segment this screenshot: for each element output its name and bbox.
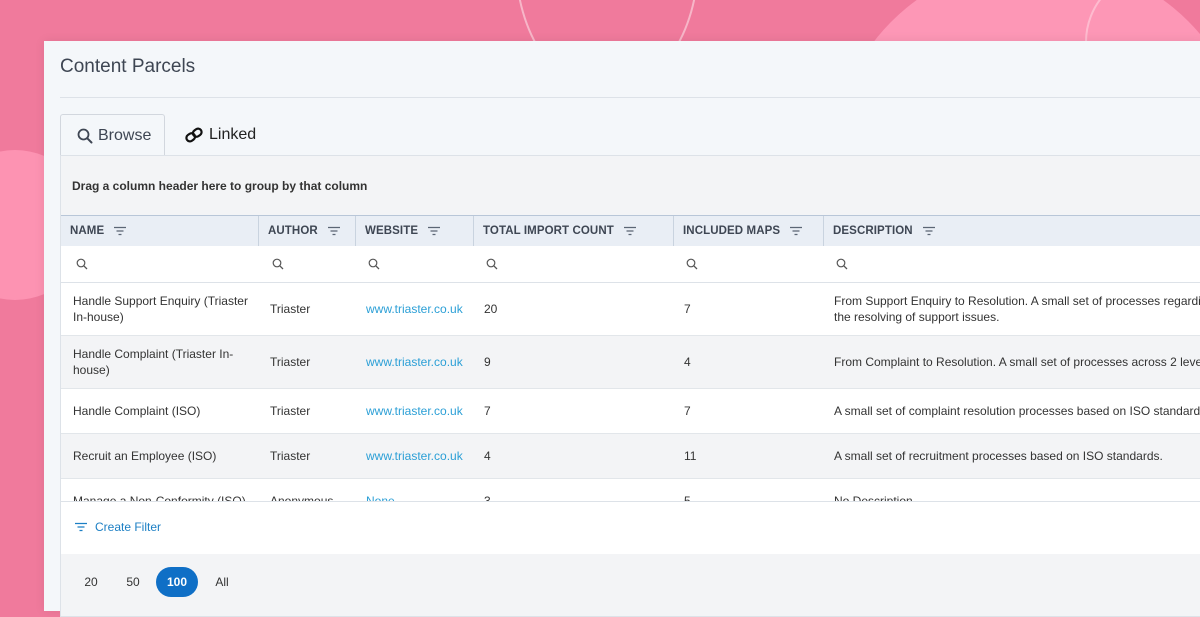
filter-icon — [75, 522, 87, 532]
filter-builder-panel: Create Filter — [61, 501, 1200, 555]
column-header-total-import-count[interactable]: TOTAL IMPORT COUNT — [474, 216, 674, 246]
filter-cell-included-maps[interactable] — [677, 246, 698, 282]
column-header-included-maps[interactable]: INCLUDED MAPS — [674, 216, 824, 246]
search-icon — [77, 128, 93, 143]
filter-icon[interactable] — [114, 226, 127, 236]
cell-author: Triaster — [270, 404, 311, 418]
filter-cell-author[interactable] — [263, 246, 284, 282]
group-panel[interactable]: Drag a column header here to group by th… — [61, 156, 1200, 216]
column-header-label: AUTHOR — [268, 225, 318, 237]
filter-icon[interactable] — [922, 226, 935, 236]
cell-total-import-count: 7 — [484, 404, 491, 418]
filter-cell-name[interactable] — [67, 246, 88, 282]
content-parcels-panel: Content Parcels Browse Linked Drag a col… — [44, 41, 1200, 617]
cell-name: Handle Complaint (ISO) — [73, 404, 201, 418]
search-icon — [486, 258, 498, 270]
column-header-label: INCLUDED MAPS — [683, 225, 781, 237]
column-header-author[interactable]: AUTHOR — [259, 216, 356, 246]
cell-description: No Description — [834, 494, 913, 501]
tab-browse[interactable]: Browse — [60, 114, 165, 156]
filter-icon[interactable] — [790, 226, 803, 236]
cell-name: Handle Support Enquiry (Triaster In-hous… — [73, 294, 248, 324]
column-header-website[interactable]: WEBSITE — [356, 216, 474, 246]
tab-linked-label: Linked — [209, 126, 257, 143]
filter-cell-total-import-count[interactable] — [477, 246, 498, 282]
group-panel-text: Drag a column header here to group by th… — [72, 179, 368, 193]
column-header-label: DESCRIPTION — [833, 225, 913, 237]
create-filter-label: Create Filter — [95, 520, 162, 534]
search-icon — [836, 258, 848, 270]
tab-linked[interactable]: Linked — [184, 114, 256, 156]
search-icon — [368, 258, 380, 270]
pager: 20 50 100 All — [61, 554, 1200, 616]
cell-description: A small set of complaint resolution proc… — [834, 404, 1200, 418]
cell-website-link[interactable]: www.triaster.co.uk — [366, 336, 481, 388]
cell-website-link[interactable]: www.triaster.co.uk — [366, 283, 481, 335]
cell-name: Recruit an Employee (ISO) — [73, 449, 217, 463]
cell-description: From Support Enquiry to Resolution. A sm… — [834, 294, 1200, 324]
cell-included-maps: 11 — [684, 449, 697, 463]
filter-icon[interactable] — [327, 226, 340, 236]
cell-included-maps: 7 — [684, 404, 691, 418]
cell-author: Triaster — [270, 355, 311, 369]
filter-cell-description[interactable] — [827, 246, 848, 282]
table-row[interactable]: Recruit an Employee (ISO) Triaster www.t… — [61, 434, 1200, 479]
cell-total-import-count: 20 — [484, 302, 498, 316]
data-grid: Drag a column header here to group by th… — [60, 155, 1200, 617]
search-icon — [686, 258, 698, 270]
search-icon — [272, 258, 284, 270]
header-row: NAME AUTHOR WEBSITE TOTAL IMPORT COUNT I… — [61, 215, 1200, 247]
cell-included-maps: 4 — [684, 355, 691, 369]
filter-row — [61, 246, 1200, 283]
table-row[interactable]: Manage a Non-Conformity (ISO) Anonymous … — [61, 479, 1200, 501]
cell-name: Handle Complaint (Triaster In-house) — [73, 347, 234, 377]
filter-icon[interactable] — [428, 226, 441, 236]
title-divider — [60, 97, 1200, 98]
filter-icon[interactable] — [623, 226, 636, 236]
table-body: Handle Support Enquiry (Triaster In-hous… — [61, 283, 1200, 501]
column-header-label: WEBSITE — [365, 225, 419, 237]
column-header-label: NAME — [70, 225, 105, 237]
search-icon — [76, 258, 88, 270]
page-size-20[interactable]: 20 — [70, 567, 112, 597]
cell-description: A small set of recruitment processes bas… — [834, 449, 1163, 463]
table-row[interactable]: Handle Complaint (Triaster In-house) Tri… — [61, 336, 1200, 389]
tab-browse-label: Browse — [98, 126, 152, 144]
column-header-description[interactable]: DESCRIPTION — [824, 216, 1200, 246]
cell-name: Manage a Non-Conformity (ISO) — [73, 494, 246, 501]
page-size-all[interactable]: All — [201, 567, 243, 597]
cell-website-link[interactable]: www.triaster.co.uk — [366, 389, 481, 433]
cell-total-import-count: 3 — [484, 494, 491, 501]
cell-included-maps: 5 — [684, 494, 691, 501]
column-header-name[interactable]: NAME — [61, 216, 259, 246]
cell-website-link[interactable]: None — [366, 479, 481, 501]
page-title: Content Parcels — [60, 56, 196, 77]
cell-author: Triaster — [270, 449, 311, 463]
column-header-label: TOTAL IMPORT COUNT — [483, 225, 614, 237]
link-icon — [185, 127, 203, 143]
page-size-50[interactable]: 50 — [112, 567, 154, 597]
cell-total-import-count: 4 — [484, 449, 491, 463]
cell-description: From Complaint to Resolution. A small se… — [834, 355, 1200, 369]
table-row[interactable]: Handle Complaint (ISO) Triaster www.tria… — [61, 389, 1200, 434]
create-filter-button[interactable]: Create Filter — [75, 520, 161, 534]
page-size-100[interactable]: 100 — [156, 567, 198, 597]
table-row[interactable]: Handle Support Enquiry (Triaster In-hous… — [61, 283, 1200, 336]
cell-author: Triaster — [270, 302, 311, 316]
filter-cell-website[interactable] — [359, 246, 380, 282]
cell-website-link[interactable]: www.triaster.co.uk — [366, 434, 481, 478]
cell-included-maps: 7 — [684, 302, 691, 316]
cell-total-import-count: 9 — [484, 355, 491, 369]
cell-author: Anonymous — [270, 494, 334, 501]
